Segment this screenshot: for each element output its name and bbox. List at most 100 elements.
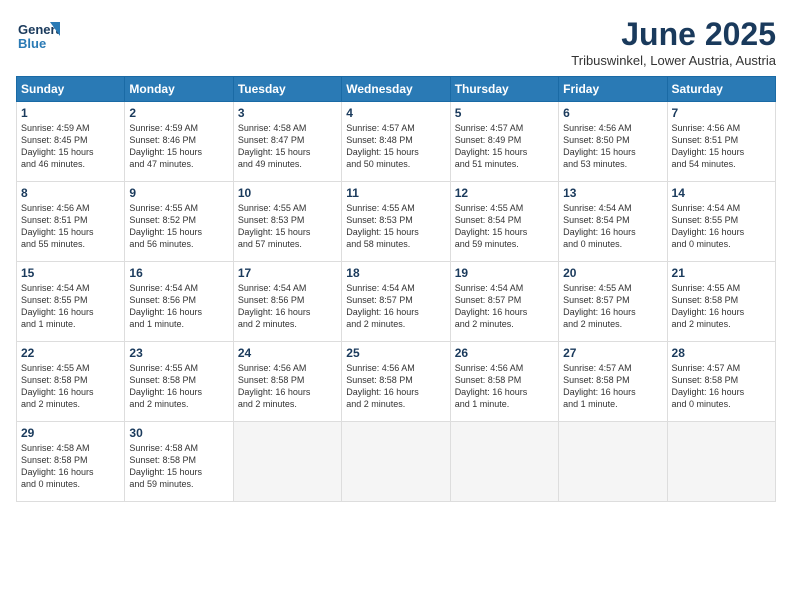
day-info: Sunrise: 4:55 AMSunset: 8:53 PMDaylight:…: [238, 202, 337, 251]
day-info: Sunrise: 4:55 AMSunset: 8:54 PMDaylight:…: [455, 202, 554, 251]
calendar-cell: 6Sunrise: 4:56 AMSunset: 8:50 PMDaylight…: [559, 102, 667, 182]
day-info: Sunrise: 4:55 AMSunset: 8:57 PMDaylight:…: [563, 282, 662, 331]
calendar-cell: 1 Sunrise: 4:59 AMSunset: 8:45 PMDaylight…: [17, 102, 125, 182]
calendar-cell: 3 Sunrise: 4:58 AMSunset: 8:47 PMDaylight…: [233, 102, 341, 182]
day-info: Sunrise: 4:55 AMSunset: 8:52 PMDaylight:…: [129, 202, 228, 251]
day-info: Sunrise: 4:55 AMSunset: 8:53 PMDaylight:…: [346, 202, 445, 251]
day-info: Sunrise: 4:59 AMSunset: 8:46 PMDaylight:…: [129, 122, 228, 171]
calendar-table: SundayMondayTuesdayWednesdayThursdayFrid…: [16, 76, 776, 502]
weekday-header-sunday: Sunday: [17, 77, 125, 102]
day-info: Sunrise: 4:57 AMSunset: 8:58 PMDaylight:…: [672, 362, 771, 411]
calendar-cell: [342, 422, 450, 502]
day-info: Sunrise: 4:55 AMSunset: 8:58 PMDaylight:…: [21, 362, 120, 411]
day-number: 4: [346, 106, 445, 120]
week-row-3: 15Sunrise: 4:54 AMSunset: 8:55 PMDayligh…: [17, 262, 776, 342]
weekday-header-row: SundayMondayTuesdayWednesdayThursdayFrid…: [17, 77, 776, 102]
calendar-cell: [233, 422, 341, 502]
day-number: 9: [129, 186, 228, 200]
day-info: Sunrise: 4:58 AMSunset: 8:58 PMDaylight:…: [21, 442, 120, 491]
day-number: 24: [238, 346, 337, 360]
day-number: 5: [455, 106, 554, 120]
weekday-header-tuesday: Tuesday: [233, 77, 341, 102]
calendar-cell: 30Sunrise: 4:58 AMSunset: 8:58 PMDayligh…: [125, 422, 233, 502]
day-number: 12: [455, 186, 554, 200]
calendar-cell: 29 Sunrise: 4:58 AMSunset: 8:58 PMDayligh…: [17, 422, 125, 502]
calendar-cell: 28 Sunrise: 4:57 AMSunset: 8:58 PMDayligh…: [667, 342, 775, 422]
day-number: 7: [672, 106, 771, 120]
day-info: Sunrise: 4:59 AMSunset: 8:45 PMDaylight:…: [21, 122, 120, 171]
day-info: Sunrise: 4:55 AMSunset: 8:58 PMDaylight:…: [672, 282, 771, 331]
weekday-header-friday: Friday: [559, 77, 667, 102]
day-info: Sunrise: 4:56 AMSunset: 8:58 PMDaylight:…: [238, 362, 337, 411]
week-row-4: 22 Sunrise: 4:55 AMSunset: 8:58 PMDayligh…: [17, 342, 776, 422]
weekday-header-wednesday: Wednesday: [342, 77, 450, 102]
calendar-cell: 12 Sunrise: 4:55 AMSunset: 8:54 PMDayligh…: [450, 182, 558, 262]
calendar-cell: 23 Sunrise: 4:55 AMSunset: 8:58 PMDayligh…: [125, 342, 233, 422]
day-info: Sunrise: 4:55 AMSunset: 8:58 PMDaylight:…: [129, 362, 228, 411]
calendar-cell: 24 Sunrise: 4:56 AMSunset: 8:58 PMDayligh…: [233, 342, 341, 422]
day-number: 23: [129, 346, 228, 360]
calendar-cell: 4 Sunrise: 4:57 AMSunset: 8:48 PMDaylight…: [342, 102, 450, 182]
calendar-cell: 25 Sunrise: 4:56 AMSunset: 8:58 PMDayligh…: [342, 342, 450, 422]
day-info: Sunrise: 4:54 AMSunset: 8:54 PMDaylight:…: [563, 202, 662, 251]
week-row-2: 8Sunrise: 4:56 AMSunset: 8:51 PMDaylight…: [17, 182, 776, 262]
day-number: 2: [129, 106, 228, 120]
calendar-cell: 21 Sunrise: 4:55 AMSunset: 8:58 PMDayligh…: [667, 262, 775, 342]
day-number: 20: [563, 266, 662, 280]
day-number: 16: [129, 266, 228, 280]
day-info: Sunrise: 4:56 AMSunset: 8:51 PMDaylight:…: [672, 122, 771, 171]
calendar-cell: 2 Sunrise: 4:59 AMSunset: 8:46 PMDaylight…: [125, 102, 233, 182]
day-info: Sunrise: 4:57 AMSunset: 8:48 PMDaylight:…: [346, 122, 445, 171]
calendar-cell: 27Sunrise: 4:57 AMSunset: 8:58 PMDayligh…: [559, 342, 667, 422]
day-number: 13: [563, 186, 662, 200]
day-number: 19: [455, 266, 554, 280]
weekday-header-thursday: Thursday: [450, 77, 558, 102]
day-number: 14: [672, 186, 771, 200]
calendar-cell: 18 Sunrise: 4:54 AMSunset: 8:57 PMDayligh…: [342, 262, 450, 342]
calendar-cell: [667, 422, 775, 502]
day-info: Sunrise: 4:56 AMSunset: 8:50 PMDaylight:…: [563, 122, 662, 171]
day-number: 18: [346, 266, 445, 280]
calendar-cell: 10 Sunrise: 4:55 AMSunset: 8:53 PMDayligh…: [233, 182, 341, 262]
day-number: 3: [238, 106, 337, 120]
calendar-cell: 14 Sunrise: 4:54 AMSunset: 8:55 PMDayligh…: [667, 182, 775, 262]
day-info: Sunrise: 4:56 AMSunset: 8:58 PMDaylight:…: [455, 362, 554, 411]
calendar-cell: 20 Sunrise: 4:55 AMSunset: 8:57 PMDayligh…: [559, 262, 667, 342]
calendar-cell: [450, 422, 558, 502]
day-info: Sunrise: 4:54 AMSunset: 8:57 PMDaylight:…: [346, 282, 445, 331]
day-info: Sunrise: 4:58 AMSunset: 8:47 PMDaylight:…: [238, 122, 337, 171]
day-number: 8: [21, 186, 120, 200]
calendar-cell: 16 Sunrise: 4:54 AMSunset: 8:56 PMDayligh…: [125, 262, 233, 342]
day-number: 30: [129, 426, 228, 440]
day-number: 21: [672, 266, 771, 280]
day-info: Sunrise: 4:56 AMSunset: 8:58 PMDaylight:…: [346, 362, 445, 411]
day-number: 1: [21, 106, 120, 120]
day-info: Sunrise: 4:54 AMSunset: 8:57 PMDaylight:…: [455, 282, 554, 331]
calendar-cell: 7 Sunrise: 4:56 AMSunset: 8:51 PMDaylight…: [667, 102, 775, 182]
day-number: 29: [21, 426, 120, 440]
weekday-header-saturday: Saturday: [667, 77, 775, 102]
day-info: Sunrise: 4:54 AMSunset: 8:55 PMDaylight:…: [21, 282, 120, 331]
day-number: 26: [455, 346, 554, 360]
day-number: 10: [238, 186, 337, 200]
day-number: 22: [21, 346, 120, 360]
calendar-cell: 17Sunrise: 4:54 AMSunset: 8:56 PMDayligh…: [233, 262, 341, 342]
svg-text:Blue: Blue: [18, 36, 46, 51]
day-number: 28: [672, 346, 771, 360]
calendar-cell: 22 Sunrise: 4:55 AMSunset: 8:58 PMDayligh…: [17, 342, 125, 422]
week-row-5: 29 Sunrise: 4:58 AMSunset: 8:58 PMDayligh…: [17, 422, 776, 502]
calendar-cell: 8Sunrise: 4:56 AMSunset: 8:51 PMDaylight…: [17, 182, 125, 262]
day-info: Sunrise: 4:54 AMSunset: 8:56 PMDaylight:…: [238, 282, 337, 331]
logo: General Blue: [16, 16, 60, 65]
month-title: June 2025: [571, 16, 776, 53]
calendar-cell: 11 Sunrise: 4:55 AMSunset: 8:53 PMDayligh…: [342, 182, 450, 262]
day-number: 25: [346, 346, 445, 360]
day-number: 27: [563, 346, 662, 360]
day-info: Sunrise: 4:54 AMSunset: 8:55 PMDaylight:…: [672, 202, 771, 251]
day-info: Sunrise: 4:54 AMSunset: 8:56 PMDaylight:…: [129, 282, 228, 331]
week-row-1: 1 Sunrise: 4:59 AMSunset: 8:45 PMDaylight…: [17, 102, 776, 182]
calendar-cell: 19 Sunrise: 4:54 AMSunset: 8:57 PMDayligh…: [450, 262, 558, 342]
calendar-cell: [559, 422, 667, 502]
day-number: 11: [346, 186, 445, 200]
calendar-cell: 9 Sunrise: 4:55 AMSunset: 8:52 PMDaylight…: [125, 182, 233, 262]
